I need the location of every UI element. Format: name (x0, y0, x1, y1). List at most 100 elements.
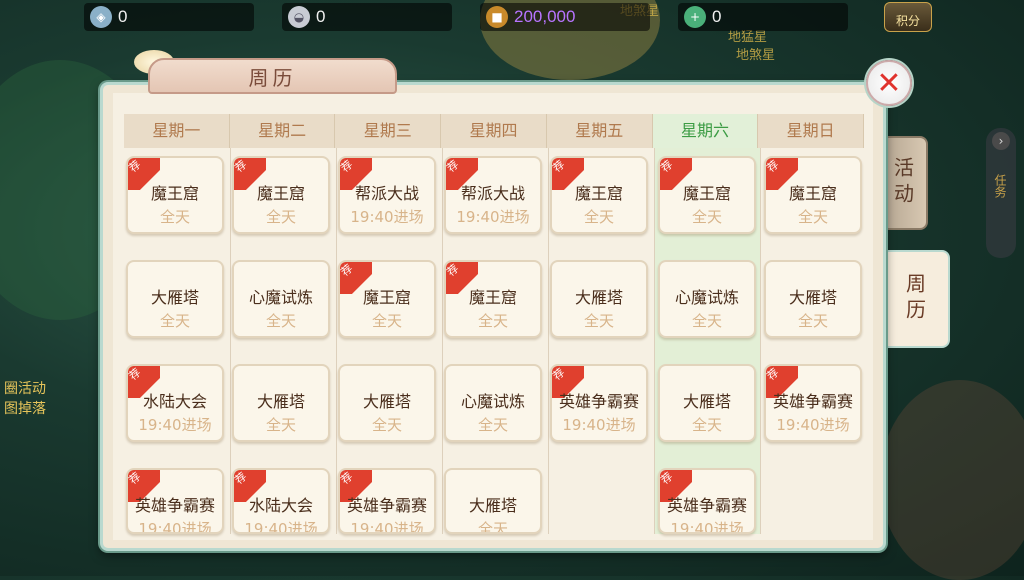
activity-card[interactable]: 荐帮派大战 19:40进场 (338, 156, 436, 234)
activity-name: 帮派大战 (460, 184, 525, 203)
activity-name: 大雁塔 (150, 288, 199, 307)
bg-text-5: 图掉落 (4, 401, 46, 417)
activity-card[interactable]: 大雁塔 全天 (550, 260, 648, 338)
activity-time: 19:40进场 (670, 520, 744, 534)
tab-weekly-calendar[interactable]: 周历 (880, 250, 950, 348)
activity-name: 魔王窟 (682, 184, 731, 203)
activity-time: 全天 (159, 208, 190, 226)
activity-card[interactable]: 大雁塔 全天 (338, 364, 436, 442)
copper-coin-value: 200,000 (514, 7, 576, 26)
activity-time: 全天 (159, 312, 190, 330)
close-button[interactable]: ✕ (866, 60, 912, 106)
activity-name: 水陆大会 (248, 496, 313, 515)
activity-name: 魔王窟 (788, 184, 837, 203)
activity-card[interactable]: 荐水陆大会 19:40进场 (232, 468, 330, 534)
copper-coin-display: ■ 200,000 (480, 3, 650, 31)
activity-name: 大雁塔 (788, 288, 837, 307)
day-header-0: 星期一 (124, 114, 230, 148)
bg-text-3: 地煞星 (736, 48, 776, 63)
column-divider (654, 148, 655, 534)
activity-card[interactable]: 心魔试炼 全天 (232, 260, 330, 338)
activity-card[interactable]: 荐魔王窟 全天 (444, 260, 542, 338)
activity-name: 英雄争霸赛 (558, 392, 639, 411)
activity-name: 英雄争霸赛 (134, 496, 215, 515)
task-side-tab[interactable]: › 任务 (986, 128, 1016, 258)
activity-time: 19:40进场 (138, 416, 212, 434)
score-button[interactable]: 积分 (884, 2, 932, 32)
jade-value: 0 (712, 7, 722, 26)
column-divider (548, 148, 549, 534)
activity-card[interactable]: 荐英雄争霸赛 19:40进场 (658, 468, 756, 534)
activity-card[interactable]: 荐水陆大会 19:40进场 (126, 364, 224, 442)
activity-card[interactable]: 荐魔王窟 全天 (126, 156, 224, 234)
day-header-4: 星期五 (546, 114, 653, 148)
activity-name: 魔王窟 (150, 184, 199, 203)
activity-name: 心魔试炼 (248, 288, 313, 307)
column-divider (336, 148, 337, 534)
copper-coin-icon: ■ (486, 6, 508, 28)
activity-card[interactable]: 心魔试炼 全天 (444, 364, 542, 442)
recommended-label: 荐 (658, 157, 676, 175)
activity-time: 全天 (265, 416, 296, 434)
activity-name: 心魔试炼 (674, 288, 739, 307)
recommended-label: 荐 (338, 261, 356, 279)
recommended-label: 荐 (444, 261, 462, 279)
activity-name: 魔王窟 (362, 288, 411, 307)
activity-card[interactable]: 荐魔王窟全天 (550, 156, 648, 234)
activity-time: 全天 (797, 312, 828, 330)
activity-card[interactable]: 大雁塔 全天 (764, 260, 862, 338)
activity-time: 全天 (583, 312, 614, 330)
column-divider (760, 148, 761, 534)
activity-name: 魔王窟 (574, 184, 623, 203)
silver-ingot-value: 0 (316, 7, 326, 26)
column-divider (230, 148, 231, 534)
activity-card[interactable]: 荐英雄争霸赛 19:40进场 (338, 468, 436, 534)
day-header-2: 星期三 (335, 114, 442, 148)
recommended-label: 荐 (658, 469, 676, 487)
activity-time: 19:40进场 (244, 520, 318, 534)
activity-name: 大雁塔 (362, 392, 411, 411)
activity-time: 全天 (583, 208, 614, 226)
activity-card[interactable]: 大雁塔 全天 (126, 260, 224, 338)
activity-name: 水陆大会 (142, 392, 207, 411)
activity-name: 大雁塔 (574, 288, 623, 307)
recommended-label: 荐 (764, 365, 782, 383)
activity-card[interactable]: 荐英雄争霸赛 19:40进场 (764, 364, 862, 442)
activity-name: 心魔试炼 (460, 392, 525, 411)
close-icon: ✕ (876, 65, 902, 101)
activity-name: 帮派大战 (354, 184, 419, 203)
activity-card[interactable]: 荐英雄争霸赛 19:40进场 (126, 468, 224, 534)
day-header-5: 星期六 (652, 114, 759, 148)
recommended-label: 荐 (550, 157, 568, 175)
activity-time: 全天 (797, 208, 828, 226)
activity-card[interactable]: 荐魔王窟全天 (658, 156, 756, 234)
activity-name: 大雁塔 (468, 496, 517, 515)
activity-card[interactable]: 荐魔王窟 全天 (232, 156, 330, 234)
activity-time: 全天 (691, 208, 722, 226)
activity-card[interactable]: 大雁塔 全天 (232, 364, 330, 442)
activity-time: 全天 (477, 416, 508, 434)
activity-time: 全天 (371, 312, 402, 330)
jade-display: + 0 (678, 3, 848, 31)
activity-card[interactable]: 荐帮派大战 19:40进场 (444, 156, 542, 234)
activity-card[interactable]: 大雁塔 全天 (658, 364, 756, 442)
chevron-right-icon: › (992, 132, 1010, 150)
activity-time: 全天 (265, 312, 296, 330)
activity-time: 19:40进场 (138, 520, 212, 534)
panel-title-tab: 周历 (148, 58, 397, 94)
score-label: 积分 (895, 14, 920, 28)
activity-name: 魔王窟 (468, 288, 517, 307)
activity-card[interactable]: 荐英雄争霸赛 19:40进场 (550, 364, 648, 442)
activity-card[interactable]: 心魔试炼 全天 (658, 260, 756, 338)
activity-card[interactable]: 荐魔王窟全天 (338, 260, 436, 338)
recommended-label: 荐 (232, 157, 250, 175)
recommended-label: 荐 (764, 157, 782, 175)
activity-name: 英雄争霸赛 (772, 392, 853, 411)
activity-card[interactable]: 荐魔王窟全天 (764, 156, 862, 234)
bg-text-4: 圈活动 (4, 381, 46, 397)
activity-card[interactable]: 大雁塔 全天 (444, 468, 542, 534)
jade-add-icon[interactable]: + (684, 6, 706, 28)
silver-ingot-display: ◒ 0 (282, 3, 452, 31)
day-header-1: 星期二 (229, 114, 336, 148)
activity-time: 19:40进场 (456, 208, 530, 226)
